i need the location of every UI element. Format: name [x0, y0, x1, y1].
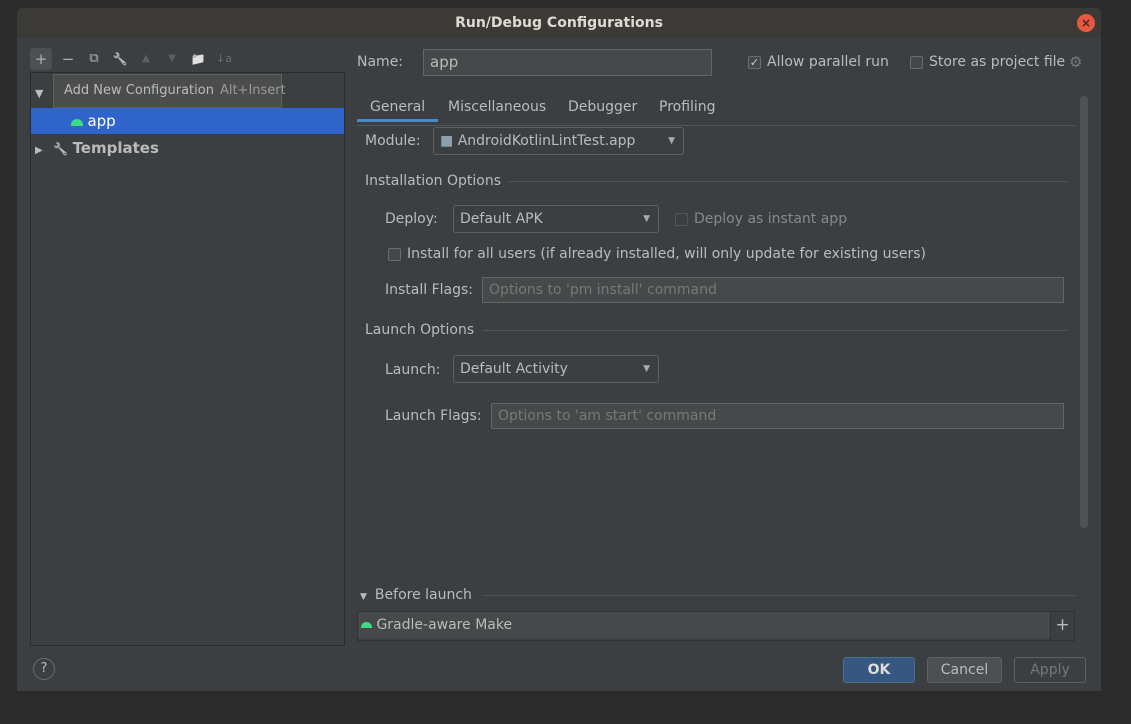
- tab-debugger[interactable]: Debugger: [555, 92, 650, 122]
- configuration-tree: ▼ app ▶ 🔧 Templates: [30, 72, 345, 646]
- close-button[interactable]: ×: [1077, 14, 1095, 32]
- launch-flags-label: Launch Flags:: [385, 408, 482, 424]
- move-down-icon[interactable]: ▼: [161, 48, 183, 70]
- install-all-users-checkbox[interactable]: Install for all users (if already instal…: [388, 246, 926, 262]
- install-flags-input[interactable]: Options to 'pm install' command: [482, 277, 1064, 303]
- launch-label: Launch:: [385, 362, 441, 378]
- tree-item-label: app: [87, 112, 116, 130]
- collapse-icon: ▼: [360, 592, 367, 602]
- new-folder-icon[interactable]: 📁: [187, 48, 209, 70]
- module-icon: ■: [440, 133, 454, 149]
- tooltip-label: Add New Configuration: [64, 83, 214, 98]
- expand-icon: ▶: [35, 145, 43, 156]
- name-label: Name:: [357, 54, 404, 70]
- tooltip: Add New Configuration Alt+Insert: [53, 74, 286, 108]
- android-icon: [361, 622, 372, 628]
- divider: [483, 595, 1075, 596]
- before-launch-list: Gradle-aware Make +: [357, 611, 1075, 641]
- store-as-project-file-checkbox[interactable]: Store as project file: [910, 54, 1065, 70]
- checkbox-label: Allow parallel run: [767, 54, 889, 70]
- add-configuration-button[interactable]: +: [30, 48, 52, 70]
- before-launch-toggle[interactable]: ▼ Before launch: [360, 587, 472, 603]
- checkbox-label: Deploy as instant app: [694, 211, 848, 227]
- tree-item-templates[interactable]: ▶ 🔧 Templates: [31, 135, 344, 161]
- module-dropdown[interactable]: ■ AndroidKotlinLintTest.app ▼: [433, 127, 684, 155]
- checkbox-icon: ✓: [748, 55, 761, 69]
- checkbox-icon: [910, 55, 923, 69]
- module-label: Module:: [365, 133, 421, 149]
- divider: [509, 181, 1067, 182]
- allow-parallel-run-checkbox[interactable]: ✓ Allow parallel run: [748, 54, 889, 70]
- scrollbar[interactable]: [1080, 96, 1088, 528]
- checkbox-label: Install for all users (if already instal…: [407, 246, 926, 262]
- wrench-icon[interactable]: 🔧: [109, 48, 131, 70]
- tree-item-label: Templates: [72, 139, 159, 157]
- tab-profiling[interactable]: Profiling: [646, 92, 729, 122]
- launch-dropdown[interactable]: Default Activity ▼: [453, 355, 659, 383]
- launch-value: Default Activity: [460, 361, 568, 377]
- module-value: AndroidKotlinLintTest.app: [457, 133, 636, 149]
- chevron-down-icon: ▼: [643, 214, 650, 224]
- deploy-label: Deploy:: [385, 211, 438, 227]
- tab-general[interactable]: General: [357, 92, 439, 122]
- checkbox-icon: [388, 247, 401, 261]
- before-launch-item[interactable]: Gradle-aware Make: [358, 612, 1050, 638]
- before-launch-item-label: Gradle-aware Make: [376, 617, 513, 633]
- tab-miscellaneous[interactable]: Miscellaneous: [435, 92, 559, 122]
- divider: [483, 330, 1067, 331]
- add-task-button[interactable]: +: [1050, 612, 1074, 640]
- tab-divider: [357, 125, 1075, 126]
- launch-options-title: Launch Options: [365, 322, 475, 338]
- checkbox-label: Store as project file: [929, 54, 1066, 70]
- deploy-value: Default APK: [460, 211, 543, 227]
- install-flags-label: Install Flags:: [385, 282, 474, 298]
- tree-item-app[interactable]: app: [31, 108, 344, 134]
- name-input[interactable]: app: [423, 49, 712, 76]
- run-debug-dialog: Run/Debug Configurations × + − ⧉ 🔧 ▲ ▼ 📁…: [17, 8, 1101, 691]
- help-button[interactable]: ?: [33, 658, 55, 680]
- remove-configuration-button[interactable]: −: [57, 48, 79, 70]
- gear-icon[interactable]: ⚙: [1069, 53, 1082, 71]
- deploy-dropdown[interactable]: Default APK ▼: [453, 205, 659, 233]
- chevron-down-icon: ▼: [668, 136, 675, 146]
- cancel-button[interactable]: Cancel: [927, 657, 1002, 683]
- copy-icon[interactable]: ⧉: [83, 48, 105, 70]
- tooltip-shortcut: Alt+Insert: [219, 83, 286, 98]
- sort-icon[interactable]: ↓a: [213, 48, 235, 70]
- launch-flags-input[interactable]: Options to 'am start' command: [491, 403, 1064, 429]
- apply-button[interactable]: Apply: [1014, 657, 1086, 683]
- before-launch-title: Before launch: [374, 587, 472, 603]
- move-up-icon[interactable]: ▲: [135, 48, 157, 70]
- installation-options-title: Installation Options: [365, 173, 502, 189]
- deploy-instant-app-checkbox[interactable]: Deploy as instant app: [675, 211, 847, 227]
- checkbox-icon: [675, 212, 688, 226]
- android-icon: [71, 118, 83, 126]
- chevron-down-icon: ▼: [643, 364, 650, 374]
- ok-button[interactable]: OK: [843, 657, 915, 683]
- wrench-icon: 🔧: [53, 142, 69, 156]
- dialog-title: Run/Debug Configurations: [17, 8, 1101, 38]
